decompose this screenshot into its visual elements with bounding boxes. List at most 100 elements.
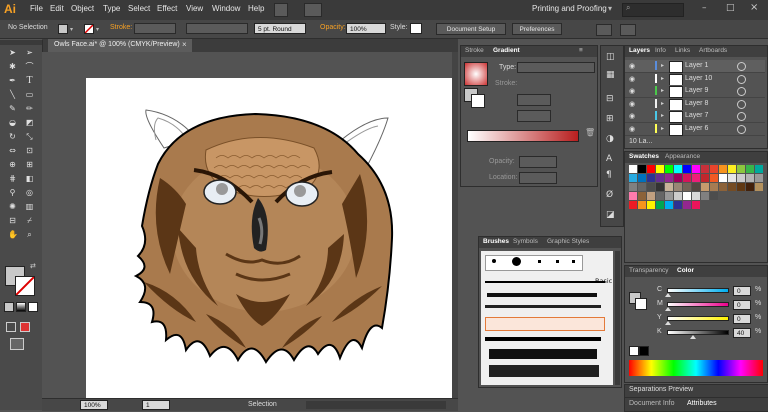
blend-tool-icon[interactable]: ◎ [25,188,34,197]
color-mode-icon[interactable] [4,302,14,312]
swatch[interactable] [683,192,691,200]
basic-brush-stroke[interactable] [485,281,605,283]
lock-toggle[interactable] [645,100,651,106]
art-brush-1[interactable] [487,293,597,297]
rectangle-tool-icon[interactable]: ▭ [25,90,34,99]
paragraph-icon[interactable]: ¶ [606,170,612,180]
eye-icon[interactable]: ◉ [629,112,635,120]
brush-definition[interactable]: 5 pt. Round [254,23,306,34]
eye-icon[interactable]: ◉ [629,125,635,133]
brush-dot-tiny[interactable] [556,260,559,263]
menu-effect[interactable]: Effect [157,4,177,13]
preferences-button[interactable]: Preferences [512,23,562,35]
swatch[interactable] [629,192,637,200]
perspective-grid-icon[interactable]: ⊞ [25,160,34,169]
transform-panel-icon[interactable]: ⊞ [606,114,614,124]
lock-toggle[interactable] [645,125,651,131]
zoom-field[interactable]: 100% [80,400,108,410]
swatch[interactable] [692,201,700,209]
calligraphic-brush-row[interactable] [485,255,583,271]
channel-slider[interactable] [667,316,729,321]
transform-icon[interactable] [620,24,636,36]
target-icon[interactable] [737,87,746,96]
eye-icon[interactable]: ◉ [629,100,635,108]
channel-value[interactable]: 0 [733,286,751,296]
tab-attributes[interactable]: Attributes [687,400,717,407]
swatch[interactable] [674,165,682,173]
menu-file[interactable]: File [30,4,43,13]
eraser-icon[interactable]: ◩ [25,118,34,127]
eye-icon[interactable]: ◉ [629,62,635,70]
transparency-icon[interactable]: ◪ [606,210,615,220]
swatch[interactable] [719,174,727,182]
swatch[interactable] [755,183,763,191]
close-icon[interactable]: × [750,2,758,13]
type-tool-icon[interactable]: T [25,76,34,86]
swatch[interactable] [656,201,664,209]
layer-row[interactable]: ◉ ▸ Layer 9 [625,85,765,98]
swatch[interactable] [638,201,646,209]
vertical-scrollbar[interactable] [452,52,458,398]
slider-handle[interactable] [665,321,671,325]
swatch[interactable] [692,174,700,182]
brushes-scrollbar[interactable] [615,251,620,385]
swatch[interactable] [737,165,745,173]
eye-icon[interactable]: ◉ [629,87,635,95]
shape-builder-icon[interactable]: ⊕ [8,160,17,169]
swatch[interactable] [728,165,736,173]
expand-arrow-icon[interactable]: ▸ [661,75,664,82]
tab-gradient[interactable]: Gradient [493,47,520,54]
tab-transparency[interactable]: Transparency [629,267,669,274]
glyphs-icon[interactable]: Ø [606,190,613,200]
stroke-weight-field[interactable] [134,23,176,34]
expand-arrow-icon[interactable]: ▸ [661,125,664,132]
stroke-color-box[interactable] [15,276,35,296]
chevron-down-icon[interactable]: ▾ [96,26,99,33]
swatch[interactable] [710,174,718,182]
separations-preview-panel[interactable]: Separations Preview [624,384,768,398]
opacity-label[interactable]: Opacity: [320,24,346,31]
workspace-switcher[interactable]: Printing and Proofing [532,4,607,13]
lock-toggle[interactable] [645,75,651,81]
color-spectrum[interactable] [629,360,763,376]
lock-toggle[interactable] [645,112,651,118]
art-brush-2[interactable] [485,305,601,308]
swatch[interactable] [647,165,655,173]
swatch[interactable] [674,192,682,200]
stop-opacity-field[interactable] [519,156,557,168]
expand-arrow-icon[interactable]: ▸ [661,62,664,69]
swatch[interactable] [674,174,682,182]
swatch[interactable] [656,165,664,173]
tab-swatches[interactable]: Swatches [629,153,659,160]
tab-symbols[interactable]: Symbols [513,238,538,245]
black-swatch[interactable] [639,346,649,356]
brush-dot-tiny[interactable] [572,260,575,263]
swatch[interactable] [683,183,691,191]
tab-artboards[interactable]: Artboards [699,47,727,54]
menu-help[interactable]: Help [248,4,264,13]
menu-object[interactable]: Object [71,4,94,13]
toolbar-grip[interactable] [0,40,42,45]
tab-info[interactable]: Info [655,47,666,54]
swatch[interactable] [737,183,745,191]
swatch[interactable] [719,183,727,191]
slice-tool-icon[interactable]: ⌿ [25,216,34,225]
arrange-documents-icon[interactable] [304,3,322,17]
maximize-icon[interactable]: □ [726,3,735,13]
expand-arrow-icon[interactable]: ▸ [661,87,664,94]
layer-row[interactable]: ◉ ▸ Layer 8 [625,97,765,111]
swatch[interactable] [674,183,682,191]
pen-tool-icon[interactable]: ✒ [8,76,17,85]
graphic-style-swatch[interactable] [410,23,422,34]
blob-brush-icon[interactable]: ◒ [8,118,17,127]
draw-normal-icon[interactable] [6,322,16,332]
swatch[interactable] [683,174,691,182]
hand-tool-icon[interactable]: ✋ [8,230,18,239]
swatch[interactable] [683,201,691,209]
channel-value[interactable]: 0 [733,300,751,310]
swatch[interactable] [656,174,664,182]
swatch[interactable] [647,174,655,182]
tab-color[interactable]: Color [677,267,694,274]
swatch[interactable] [674,201,682,209]
swatch[interactable] [629,183,637,191]
